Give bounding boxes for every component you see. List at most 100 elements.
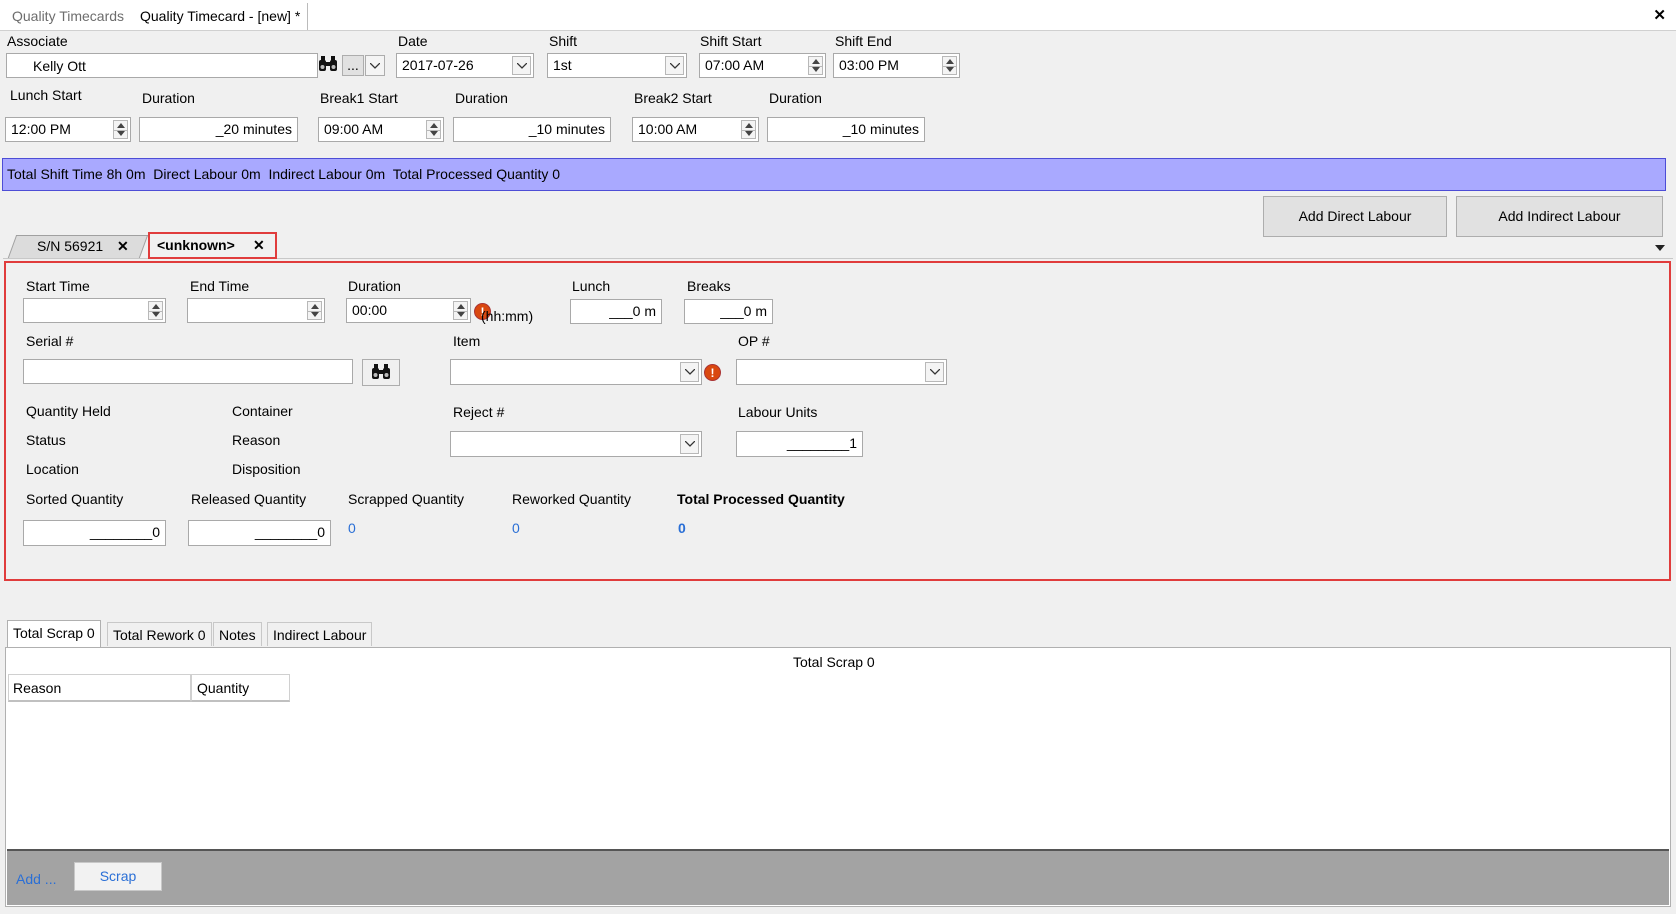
date-dropdown-button[interactable] <box>512 56 531 75</box>
item-label: Item <box>453 333 481 349</box>
shift-dropdown-button[interactable] <box>665 56 684 75</box>
close-icon[interactable]: ✕ <box>1653 6 1666 24</box>
op-select[interactable] <box>736 359 947 385</box>
binoculars-icon[interactable] <box>318 55 340 76</box>
serial-field[interactable] <box>23 359 353 384</box>
shift-start-label: Shift Start <box>700 33 762 49</box>
break2-start-field[interactable]: 10:00 AM <box>632 117 759 142</box>
lunch-duration-label: Duration <box>142 90 195 106</box>
scrap-button-label: Scrap <box>99 868 137 884</box>
container-label: Container <box>232 403 293 419</box>
break2-start-spinner[interactable] <box>741 120 756 139</box>
shift-select[interactable]: 1st <box>547 53 687 78</box>
duration-label: Duration <box>348 278 401 294</box>
lunch-start-field[interactable]: 12:00 PM <box>5 117 131 142</box>
reworked-quantity-value: 0 <box>512 520 520 536</box>
doc-tab-quality-timecards[interactable]: Quality Timecards <box>12 8 124 24</box>
chevron-down-icon <box>670 62 680 69</box>
tab-indirect-labour[interactable]: Indirect Labour <box>267 622 373 646</box>
start-time-spinner[interactable] <box>148 301 163 320</box>
break2-duration-field[interactable]: _10 minutes <box>767 117 925 142</box>
breaks-field[interactable]: ___0 m <box>684 299 773 324</box>
associate-dropdown-button[interactable] <box>365 55 385 76</box>
summary-bar: Total Shift Time 8h 0m Direct Labour 0m … <box>2 158 1666 191</box>
close-icon[interactable]: ✕ <box>253 237 265 254</box>
tab-notes-label: Notes <box>219 627 256 643</box>
start-time-label: Start Time <box>26 278 90 294</box>
disposition-label: Disposition <box>232 461 301 477</box>
tab-total-scrap[interactable]: Total Scrap 0 <box>7 620 101 648</box>
quantity-held-label: Quantity Held <box>26 403 111 419</box>
location-label: Location <box>26 461 79 477</box>
associate-field[interactable]: Kelly Ott <box>6 53 318 78</box>
tab-unknown-label: <unknown> <box>157 237 235 253</box>
chevron-down-icon <box>930 369 940 375</box>
scrap-button[interactable]: Scrap <box>74 862 162 891</box>
sorted-quantity-field[interactable]: ________0 <box>23 520 166 546</box>
labour-units-field[interactable]: ________1 <box>736 431 863 457</box>
chevron-down-icon <box>685 441 695 447</box>
released-quantity-label: Released Quantity <box>191 491 307 507</box>
duration-field[interactable]: 00:00 <box>346 298 471 323</box>
tab-list-dropdown-icon[interactable] <box>1655 245 1665 251</box>
associate-browse-button[interactable]: ... <box>342 55 364 76</box>
end-time-field[interactable] <box>187 298 325 323</box>
shift-end-value: 03:00 PM <box>839 57 899 73</box>
break1-start-field[interactable]: 09:00 AM <box>318 117 444 142</box>
shift-value: 1st <box>553 57 572 73</box>
lunch-duration-field[interactable]: _20 minutes <box>139 117 298 142</box>
tab-total-scrap-label: Total Scrap 0 <box>13 625 95 641</box>
shift-end-field[interactable]: 03:00 PM <box>833 53 960 78</box>
scrapped-quantity-value: 0 <box>348 520 356 536</box>
break1-duration-field[interactable]: _10 minutes <box>453 117 611 142</box>
shift-end-spinner[interactable] <box>942 56 957 75</box>
break1-start-spinner[interactable] <box>426 120 441 139</box>
serial-label: Serial # <box>26 333 74 349</box>
op-dropdown-button[interactable] <box>925 362 944 382</box>
associate-value: Kelly Ott <box>33 58 86 74</box>
date-field[interactable]: 2017-07-26 <box>396 53 534 78</box>
chevron-down-icon <box>517 62 527 69</box>
start-time-field[interactable] <box>23 298 166 323</box>
tab-unknown[interactable]: <unknown> ✕ <box>148 232 277 259</box>
serial-search-button[interactable] <box>362 359 400 386</box>
shift-start-field[interactable]: 07:00 AM <box>699 53 826 78</box>
column-header-reason-label: Reason <box>13 680 62 696</box>
date-value: 2017-07-26 <box>402 57 474 73</box>
tab-total-rework[interactable]: Total Rework 0 <box>107 622 212 646</box>
item-select[interactable] <box>450 359 702 385</box>
lunch-start-spinner[interactable] <box>113 120 128 139</box>
break2-duration-label: Duration <box>769 90 822 106</box>
add-link[interactable]: Add ... <box>16 871 56 887</box>
total-processed-quantity-label: Total Processed Quantity <box>677 491 845 507</box>
add-direct-labour-button[interactable]: Add Direct Labour <box>1263 196 1447 237</box>
chevron-down-icon <box>685 369 695 375</box>
end-time-spinner[interactable] <box>307 301 322 320</box>
duration-value: 00:00 <box>352 302 388 318</box>
shift-start-spinner[interactable] <box>808 56 823 75</box>
lunch-field[interactable]: ___0 m <box>570 299 662 324</box>
binoculars-icon <box>372 364 390 379</box>
column-header-reason[interactable]: Reason <box>8 674 191 702</box>
duration-spinner[interactable] <box>453 301 468 320</box>
break1-start-value: 09:00 AM <box>324 121 384 137</box>
reason-label: Reason <box>232 432 281 448</box>
column-header-quantity[interactable]: Quantity <box>191 674 290 702</box>
reject-dropdown-button[interactable] <box>680 434 699 454</box>
item-warning-icon: ! <box>704 364 721 381</box>
doc-tab-quality-timecard-new[interactable]: Quality Timecard - [new] * <box>134 3 308 30</box>
doc-tab-label: Quality Timecard - [new] * <box>140 8 301 24</box>
reject-select[interactable] <box>450 431 702 457</box>
released-quantity-field[interactable]: ________0 <box>188 520 331 546</box>
sorted-quantity-label: Sorted Quantity <box>26 491 124 507</box>
tab-notes[interactable]: Notes <box>213 622 262 646</box>
item-dropdown-button[interactable] <box>680 362 699 382</box>
lunch-start-value: 12:00 PM <box>11 121 71 137</box>
close-icon[interactable]: ✕ <box>117 238 129 255</box>
break1-duration-label: Duration <box>455 90 508 106</box>
ellipsis-label: ... <box>347 57 359 73</box>
shift-label: Shift <box>549 33 578 49</box>
column-header-quantity-label: Quantity <box>197 680 250 696</box>
chevron-down-icon <box>370 63 380 69</box>
add-indirect-labour-button[interactable]: Add Indirect Labour <box>1456 196 1663 237</box>
